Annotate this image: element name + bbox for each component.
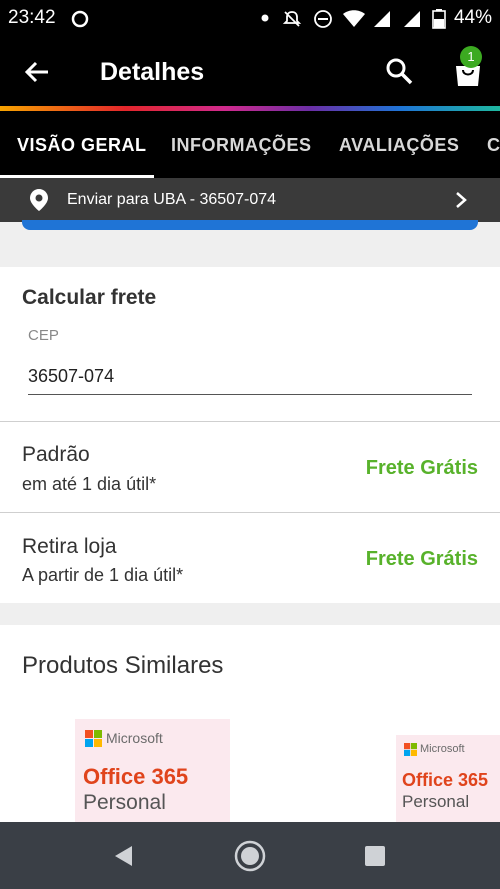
battery-icon (432, 9, 446, 29)
signal-icon-2 (404, 11, 420, 27)
notifications-off-icon (282, 11, 302, 27)
freight-option-price: Frete Grátis (365, 548, 478, 570)
app-bar: Detalhes 1 (0, 36, 500, 106)
product-brand: Microsoft (106, 730, 163, 746)
product-brand: Microsoft (420, 743, 465, 755)
do-not-disturb-icon (314, 10, 332, 28)
divider (0, 512, 500, 513)
product-name: Office 365 (402, 770, 489, 790)
tab-partial[interactable]: C (487, 135, 500, 156)
sync-icon (71, 10, 89, 28)
freight-title: Calcular frete (22, 286, 157, 309)
product-card[interactable]: Microsoft Office 365 Personal (396, 735, 500, 825)
cep-label: CEP (28, 327, 59, 344)
page-title: Detalhes (100, 58, 205, 86)
freight-option-name: Padrão (22, 443, 90, 466)
location-pin-icon (30, 189, 48, 211)
tab-visao-geral[interactable]: VISÃO GERAL (17, 135, 147, 156)
nav-home-icon[interactable] (234, 840, 266, 872)
freight-option-price: Frete Grátis (365, 457, 478, 479)
system-navigation-bar (0, 822, 500, 889)
tab-informacoes[interactable]: INFORMAÇÕES (171, 135, 312, 156)
product-name: Office 365 (83, 764, 189, 789)
wifi-icon (343, 10, 365, 27)
microsoft-logo-icon (404, 743, 417, 756)
freight-option-eta: A partir de 1 dia útil* (22, 565, 184, 585)
product-edition: Personal (402, 792, 470, 811)
nav-back-icon[interactable] (112, 844, 136, 868)
signal-icon-1 (374, 11, 390, 27)
nav-recents-icon[interactable] (364, 845, 386, 867)
back-arrow-icon[interactable] (22, 57, 52, 87)
shipping-destination-bar[interactable]: Enviar para UBA - 36507-074 (0, 178, 500, 222)
search-icon[interactable] (384, 56, 414, 86)
status-bar: 23:42 44% (0, 0, 500, 36)
similar-products-title: Produtos Similares (22, 652, 224, 679)
product-edition: Personal (83, 791, 166, 814)
blue-button-edge[interactable] (22, 220, 478, 230)
status-time: 23:42 (8, 7, 56, 28)
cep-input[interactable] (28, 359, 472, 395)
freight-option-eta: em até 1 dia útil* (22, 474, 157, 494)
freight-card: Calcular frete CEP Padrão em até 1 dia ú… (0, 267, 500, 603)
product-card[interactable]: Microsoft Office 365 Personal (75, 719, 230, 825)
cart-count-badge: 1 (460, 46, 482, 68)
freight-option-name: Retira loja (22, 535, 117, 558)
tab-avaliacoes[interactable]: AVALIAÇÕES (339, 135, 459, 156)
similar-products-section: Produtos Similares Microsoft Office 365 … (0, 625, 500, 825)
shipping-destination-text: Enviar para UBA - 36507-074 (67, 191, 277, 208)
battery-percent: 44% (453, 7, 492, 28)
divider (0, 421, 500, 422)
notification-dot-icon (261, 14, 269, 22)
microsoft-logo-icon (85, 730, 102, 747)
tab-bar: VISÃO GERAL INFORMAÇÕES AVALIAÇÕES C (0, 111, 500, 178)
chevron-right-icon (456, 192, 467, 208)
